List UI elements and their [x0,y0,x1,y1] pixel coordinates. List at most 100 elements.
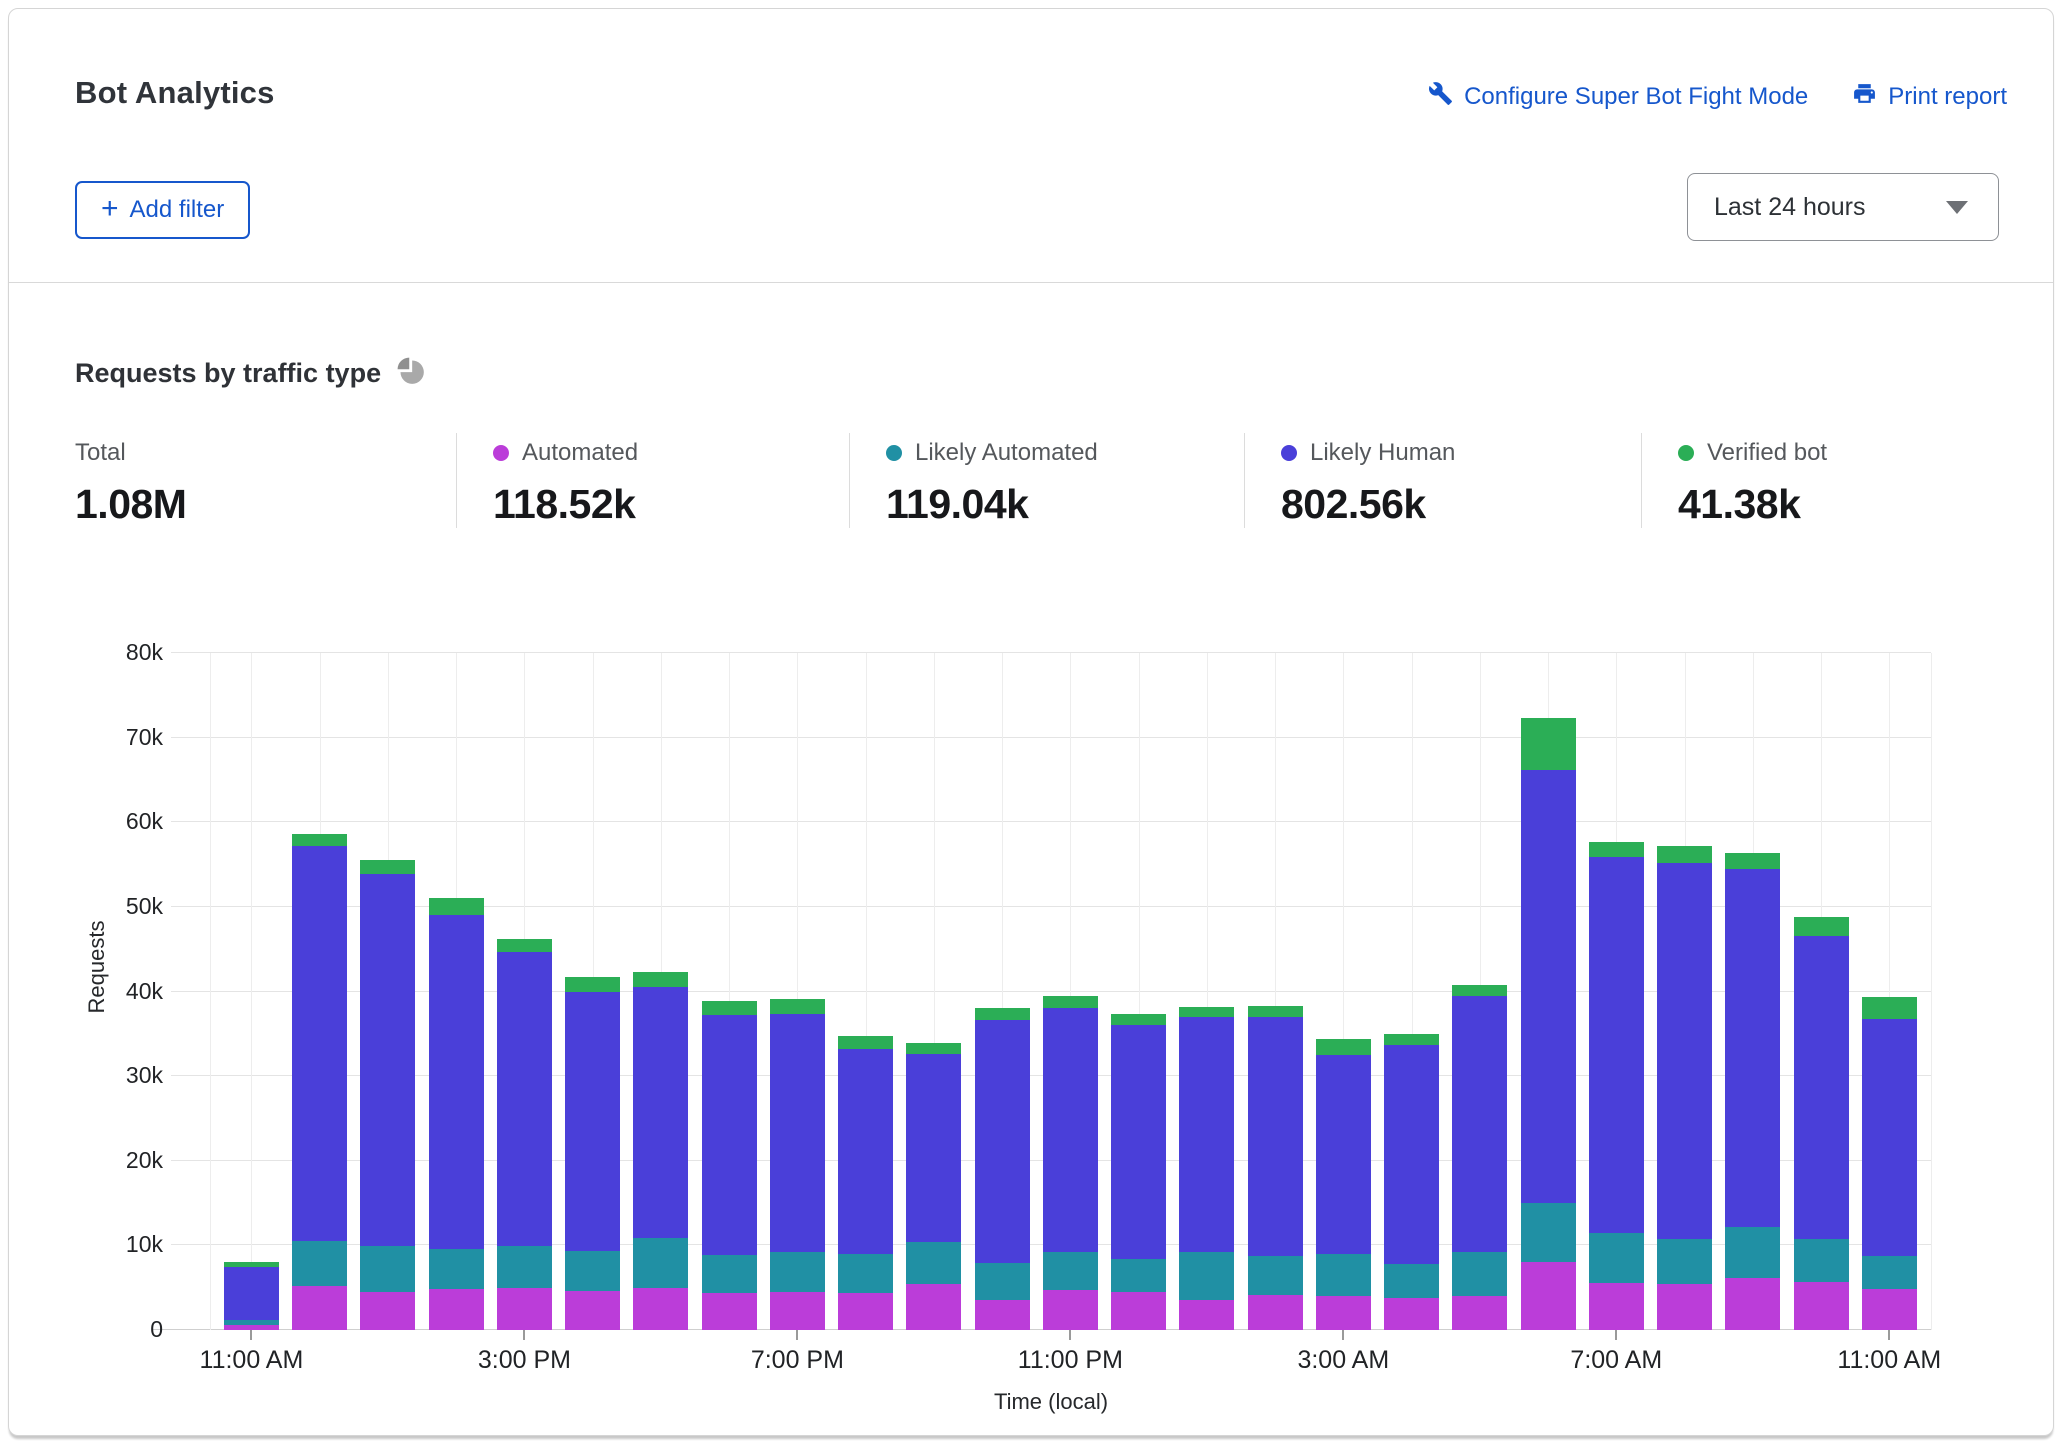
segment-likely-automated [429,1249,484,1290]
stacked-bar-20[interactable] [1589,653,1644,1330]
add-filter-button[interactable]: + Add filter [75,181,250,239]
configure-link-label: Configure Super Bot Fight Mode [1464,83,1808,111]
stacked-bar-22[interactable] [1725,653,1780,1330]
x-tick-label: 3:00 PM [478,1346,571,1375]
page-title: Bot Analytics [75,75,275,111]
stacked-bar-17[interactable] [1384,653,1439,1330]
stacked-bar-9[interactable] [838,653,893,1330]
x-tick-mark [1069,1330,1071,1340]
stacked-bar-12[interactable] [1043,653,1098,1330]
segment-automated [702,1293,757,1330]
segment-likely-automated [1384,1264,1439,1298]
stacked-bar-10[interactable] [906,653,961,1330]
stacked-bar-14[interactable] [1179,653,1234,1330]
segment-verified-bot [1452,985,1507,996]
segment-verified-bot [1316,1039,1371,1055]
segment-verified-bot [702,1001,757,1015]
stacked-bar-13[interactable] [1111,653,1166,1330]
segment-automated [565,1291,620,1330]
segment-likely-human [1384,1045,1439,1264]
stacked-bar-6[interactable] [633,653,688,1330]
segment-likely-automated [633,1238,688,1288]
bot-analytics-card: Bot Analytics Configure Super Bot Fight … [8,8,2054,1436]
segment-likely-automated [1657,1239,1712,1284]
segment-likely-automated [1452,1252,1507,1296]
automated-legend-dot [493,445,509,461]
x-tick-mark [1342,1330,1344,1340]
stacked-bar-15[interactable] [1248,653,1303,1330]
segment-verified-bot [1248,1006,1303,1017]
x-tick-label: 7:00 PM [751,1346,844,1375]
segment-automated [975,1300,1030,1330]
segment-likely-automated [292,1241,347,1286]
stacked-bar-23[interactable] [1794,653,1849,1330]
segment-likely-human [1179,1017,1234,1252]
segment-automated [1111,1292,1166,1330]
segment-likely-human [1657,863,1712,1240]
segment-likely-human [565,992,620,1252]
stacked-bar-2[interactable] [360,653,415,1330]
x-tick-label: 11:00 AM [200,1346,304,1375]
segment-verified-bot [1043,996,1098,1008]
x-tick-mark [1615,1330,1617,1340]
segment-likely-automated [224,1320,279,1325]
segment-likely-human [1248,1017,1303,1256]
stacked-bar-0[interactable] [224,653,279,1330]
segment-automated [1725,1278,1780,1330]
y-tick-label: 50k [83,893,163,920]
segment-verified-bot [1862,997,1917,1019]
requests-by-traffic-type-chart: Requests 010k20k30k40k50k60k70k80k 11:00… [9,584,2053,1424]
stacked-bar-5[interactable] [565,653,620,1330]
stacked-bar-1[interactable] [292,653,347,1330]
v-gridline [1931,653,1932,1330]
chevron-down-icon [1946,201,1968,214]
x-tick-label: 11:00 AM [1837,1346,1941,1375]
stacked-bar-19[interactable] [1521,653,1576,1330]
verified-bot-legend-dot [1678,445,1694,461]
stacked-bar-4[interactable] [497,653,552,1330]
stacked-bar-11[interactable] [975,653,1030,1330]
y-tick-label: 20k [83,1147,163,1174]
y-tick-label: 30k [83,1062,163,1089]
stacked-bar-21[interactable] [1657,653,1712,1330]
segment-likely-automated [1179,1252,1234,1299]
v-gridline [210,653,211,1330]
stat-automated-label: Automated [522,439,638,467]
configure-super-bot-fight-mode-link[interactable]: Configure Super Bot Fight Mode [1428,81,1808,113]
stat-automated-value: 118.52k [493,481,849,528]
segment-likely-automated [1862,1256,1917,1290]
stat-total: Total 1.08M [75,433,456,528]
stacked-bar-18[interactable] [1452,653,1507,1330]
segment-automated [224,1325,279,1330]
x-tick-label: 11:00 PM [1018,1346,1123,1375]
stacked-bar-24[interactable] [1862,653,1917,1330]
x-tick-mark [250,1330,252,1340]
printer-icon [1852,81,1877,113]
time-range-dropdown[interactable]: Last 24 hours [1687,173,1999,241]
section-heading: Requests by traffic type [75,357,425,390]
stacked-bar-7[interactable] [702,653,757,1330]
segment-likely-human [1316,1055,1371,1254]
segment-likely-automated [1794,1239,1849,1281]
print-report-link[interactable]: Print report [1852,81,2007,113]
segment-automated [1179,1300,1234,1330]
x-tick-mark [796,1330,798,1340]
segment-likely-human [292,846,347,1241]
segment-likely-automated [838,1254,893,1293]
segment-automated [1862,1289,1917,1330]
stacked-bar-8[interactable] [770,653,825,1330]
segment-automated [1657,1284,1712,1330]
y-tick-label: 70k [83,724,163,751]
segment-likely-human [1794,936,1849,1240]
stacked-bar-3[interactable] [429,653,484,1330]
segment-likely-automated [906,1242,961,1284]
x-tick-mark [523,1330,525,1340]
segment-verified-bot [1384,1034,1439,1045]
segment-likely-human [360,874,415,1246]
segment-likely-human [429,915,484,1248]
stacked-bar-16[interactable] [1316,653,1371,1330]
segment-verified-bot [1179,1007,1234,1017]
section-heading-label: Requests by traffic type [75,358,381,389]
segment-likely-automated [702,1255,757,1293]
pie-chart-icon [397,357,425,390]
